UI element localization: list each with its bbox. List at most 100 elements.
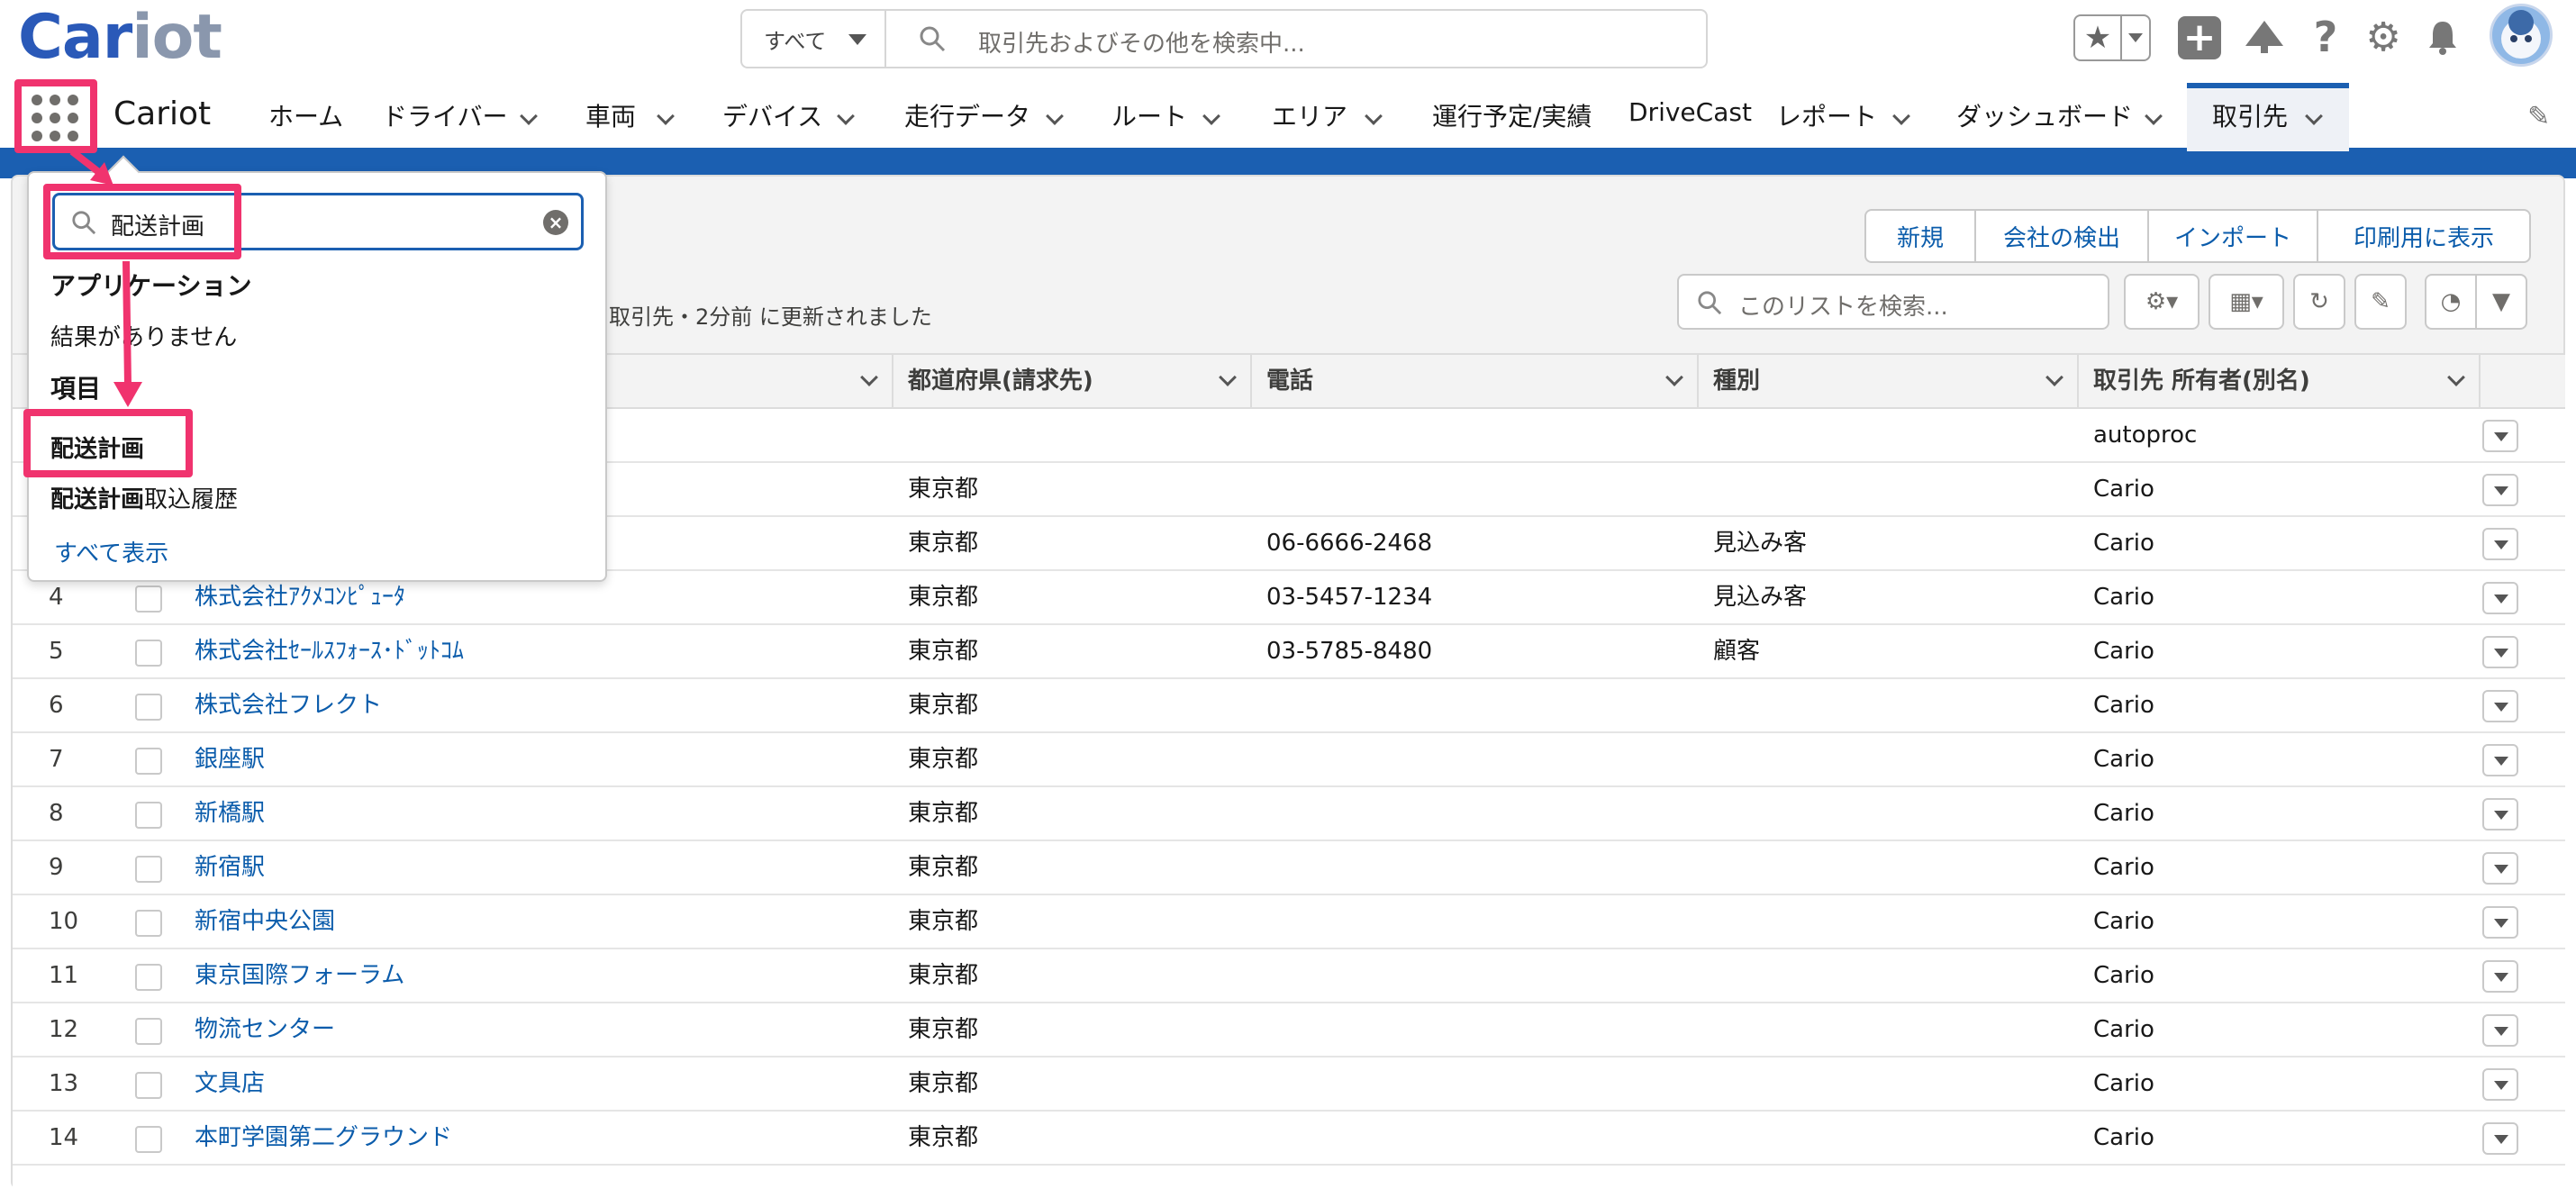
nav-item-drivecast[interactable]: DriveCast [1628, 97, 1752, 127]
help-button[interactable]: ? [2304, 13, 2347, 61]
row-checkbox[interactable] [135, 856, 162, 883]
inline-edit-button[interactable]: ✎ [2354, 274, 2407, 330]
row-checkbox[interactable] [135, 1072, 162, 1099]
owner-alias-cell: Cario [2093, 1124, 2154, 1151]
nav-item-vehicles[interactable]: 車両 [585, 97, 636, 133]
global-actions-button[interactable]: + [2178, 16, 2221, 59]
caret-down-icon [2494, 594, 2508, 604]
table-row[interactable]: 5 株式会社ｾｰﾙｽﾌｫｰｽ･ﾄﾞｯﾄｺﾑ 東京都 03-5785-8480 顧客 Car… [13, 625, 2565, 679]
global-search-input[interactable]: 取引先およびその他を検索中... [978, 25, 1305, 59]
launcher-item-delivery-import-history[interactable]: 配送計画取込履歴 [50, 481, 238, 514]
row-actions-button[interactable] [2482, 582, 2518, 614]
row-checkbox[interactable] [135, 694, 162, 721]
list-search-input[interactable]: このリストを検索... [1677, 274, 2109, 330]
nav-item-dashboards[interactable]: ダッシュボード [1956, 97, 2133, 133]
row-number: 12 [49, 1016, 79, 1043]
find-company-button[interactable]: 会社の検出 [1974, 209, 2149, 263]
nav-item-drivers[interactable]: ドライバー [382, 97, 507, 133]
account-name-link[interactable]: 新宿駅 [195, 841, 265, 894]
nav-item-accounts[interactable]: 取引先 [2212, 97, 2288, 133]
user-avatar[interactable] [2490, 4, 2553, 67]
row-actions-button[interactable] [2482, 474, 2518, 506]
caret-down-icon [2494, 973, 2508, 982]
column-header-phone[interactable]: 電話 [1250, 355, 1697, 407]
nav-item-schedule[interactable]: 運行予定/実績 [1432, 97, 1592, 133]
account-name-link[interactable]: 物流センター [195, 1003, 335, 1056]
setup-button[interactable]: ⚙ [2360, 14, 2407, 60]
list-settings-button[interactable]: ⚙▾ [2124, 274, 2200, 330]
chevron-down-icon[interactable] [860, 368, 878, 386]
charts-button[interactable]: ◔ [2425, 274, 2477, 330]
row-checkbox[interactable] [135, 748, 162, 775]
account-name-link[interactable]: 文具店 [195, 1057, 265, 1110]
row-actions-button[interactable] [2482, 636, 2518, 668]
table-row[interactable]: 8 新橋駅 東京都 Cario [13, 787, 2565, 841]
row-actions-button[interactable] [2482, 744, 2518, 776]
display-as-button[interactable]: ▦▾ [2209, 274, 2284, 330]
row-actions-button[interactable] [2482, 1014, 2518, 1047]
row-actions-button[interactable] [2482, 906, 2518, 939]
account-name-link[interactable]: 本町学園第二グラウンド [195, 1112, 452, 1164]
column-header-prefecture[interactable]: 都道府県(請求先) [892, 355, 1250, 407]
row-actions-button[interactable] [2482, 852, 2518, 885]
row-actions-button[interactable] [2482, 798, 2518, 830]
row-checkbox[interactable] [135, 1018, 162, 1045]
nav-item-home[interactable]: ホーム [268, 97, 343, 133]
trailhead-button[interactable] [2241, 14, 2288, 59]
table-row[interactable]: 7 銀座駅 東京都 Cario [13, 733, 2565, 787]
table-row[interactable]: 9 新宿駅 東京都 Cario [13, 841, 2565, 895]
table-row[interactable]: 14 本町学園第二グラウンド 東京都 Cario [13, 1112, 2565, 1166]
filter-button[interactable]: ▼ [2475, 274, 2527, 330]
chevron-down-icon[interactable] [2447, 368, 2465, 386]
row-actions-button[interactable] [2482, 528, 2518, 560]
billing-prefecture-cell: 東京都 [908, 800, 979, 827]
account-name-link[interactable]: 新橋駅 [195, 787, 265, 840]
table-row[interactable]: 10 新宿中央公園 東京都 Cario [13, 895, 2565, 949]
refresh-button[interactable]: ↻ [2293, 274, 2345, 330]
gear-icon: ⚙▾ [2145, 288, 2179, 315]
table-row[interactable]: 12 物流センター 東京都 Cario [13, 1003, 2565, 1057]
chevron-down-icon[interactable] [1665, 368, 1683, 386]
nav-item-routes[interactable]: ルート [1111, 97, 1187, 133]
edit-nav-pencil-icon[interactable]: ✎ [2527, 101, 2550, 132]
table-row[interactable]: 13 文具店 東京都 Cario [13, 1057, 2565, 1112]
nav-item-drive-data[interactable]: 走行データ [904, 97, 1030, 133]
row-actions-button[interactable] [2482, 690, 2518, 722]
column-header-owner[interactable]: 取引先 所有者(別名) [2077, 355, 2479, 407]
nav-item-reports[interactable]: レポート [1776, 97, 1877, 133]
printable-view-button[interactable]: 印刷用に表示 [2317, 209, 2531, 263]
column-header-type[interactable]: 種別 [1697, 355, 2077, 407]
favorites-button[interactable]: ★ [2073, 14, 2151, 61]
global-search-box[interactable]: すべて 取引先およびその他を検索中... [740, 9, 1708, 68]
new-button[interactable]: 新規 [1864, 209, 1976, 263]
notifications-button[interactable] [2419, 14, 2466, 59]
row-checkbox[interactable] [135, 910, 162, 937]
phone-cell: 03-5785-8480 [1266, 638, 1433, 665]
search-scope-select[interactable]: すべて [742, 11, 886, 67]
nav-item-devices[interactable]: デバイス [722, 97, 822, 133]
row-checkbox[interactable] [135, 802, 162, 829]
nav-item-areas[interactable]: エリア [1272, 97, 1347, 133]
chevron-down-icon[interactable] [2045, 368, 2064, 386]
row-actions-button[interactable] [2482, 1068, 2518, 1101]
plus-icon: + [2182, 14, 2217, 60]
chevron-down-icon[interactable] [1219, 368, 1237, 386]
row-checkbox[interactable] [135, 585, 162, 613]
row-actions-button[interactable] [2482, 960, 2518, 993]
account-name-link[interactable]: 株式会社ｾｰﾙｽﾌｫｰｽ･ﾄﾞｯﾄｺﾑ [195, 625, 464, 677]
launcher-show-all-link[interactable]: すべて表示 [54, 535, 168, 568]
account-name-link[interactable]: 新宿中央公園 [195, 895, 335, 948]
table-row[interactable]: 6 株式会社フレクト 東京都 Cario [13, 679, 2565, 733]
row-checkbox[interactable] [135, 640, 162, 667]
row-actions-button[interactable] [2482, 1122, 2518, 1155]
favorites-dropdown[interactable] [2122, 33, 2149, 42]
row-checkbox[interactable] [135, 1126, 162, 1153]
account-name-link[interactable]: 銀座駅 [195, 733, 265, 785]
import-button[interactable]: インポート [2147, 209, 2318, 263]
account-name-link[interactable]: 東京国際フォーラム [195, 949, 404, 1002]
row-checkbox[interactable] [135, 964, 162, 991]
row-actions-button[interactable] [2482, 420, 2518, 452]
account-name-link[interactable]: 株式会社フレクト [195, 679, 382, 731]
clear-icon[interactable]: × [543, 210, 568, 235]
table-row[interactable]: 11 東京国際フォーラム 東京都 Cario [13, 949, 2565, 1003]
